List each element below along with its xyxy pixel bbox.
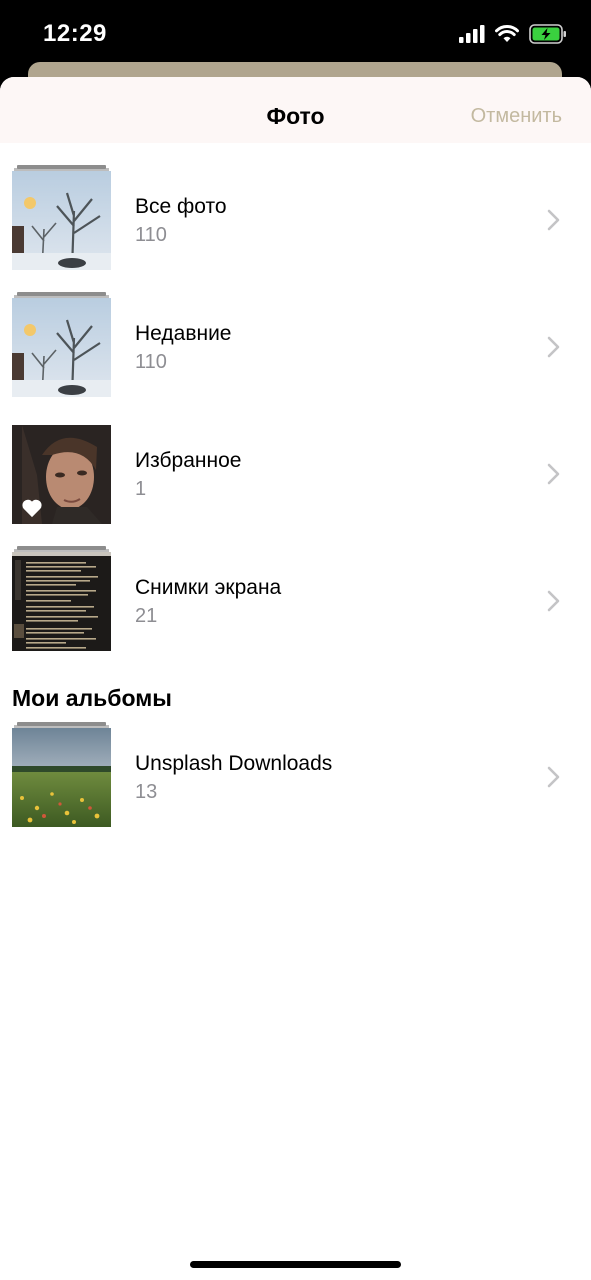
sheet-header: Фото Отменить xyxy=(0,77,591,143)
album-name: Все фото xyxy=(135,195,227,218)
album-count: 13 xyxy=(135,781,158,803)
album-thumbnail xyxy=(12,419,111,529)
cancel-button[interactable]: Отменить xyxy=(471,105,562,128)
album-count: 110 xyxy=(135,351,167,373)
heart-icon xyxy=(22,499,42,518)
screenshot-doc-icon xyxy=(12,552,111,651)
album-name: Снимки экрана xyxy=(135,576,282,599)
wifi-icon xyxy=(495,25,519,42)
album-thumbnail xyxy=(12,546,111,656)
status-icons xyxy=(459,24,567,44)
album-row-favorites[interactable]: Избранное 1 xyxy=(0,419,591,529)
album-count: 21 xyxy=(135,605,158,627)
album-row-all-photos[interactable]: Все фото 110 xyxy=(0,165,591,275)
album-row-recents[interactable]: Недавние 110 xyxy=(0,292,591,402)
section-title-my-albums: Мои альбомы xyxy=(12,685,172,711)
battery-charging-icon xyxy=(529,24,566,44)
album-count: 110 xyxy=(135,224,167,246)
signal-icon xyxy=(459,25,485,43)
winter-tree-icon xyxy=(12,298,111,397)
album-name: Недавние xyxy=(135,322,232,345)
album-name: Unsplash Downloads xyxy=(135,752,333,775)
chevron-right-icon xyxy=(547,590,560,612)
album-row-unsplash-downloads[interactable]: Unsplash Downloads 13 xyxy=(0,722,591,832)
album-thumbnail xyxy=(12,292,111,402)
chevron-right-icon xyxy=(547,766,560,788)
album-thumbnail xyxy=(12,165,111,275)
chevron-right-icon xyxy=(547,463,560,485)
album-thumbnail xyxy=(12,722,111,832)
meadow-icon xyxy=(12,728,111,827)
album-name: Избранное xyxy=(135,449,242,472)
photo-picker-sheet: Фото Отменить Все фото 110 Недавние 110 … xyxy=(0,77,591,1280)
status-time: 12:29 xyxy=(43,20,107,47)
album-count: 1 xyxy=(135,478,147,500)
home-indicator[interactable] xyxy=(190,1261,401,1268)
chevron-right-icon xyxy=(547,336,560,358)
album-row-screenshots[interactable]: Снимки экрана 21 xyxy=(0,546,591,656)
chevron-right-icon xyxy=(547,209,560,231)
winter-tree-icon xyxy=(12,171,111,270)
